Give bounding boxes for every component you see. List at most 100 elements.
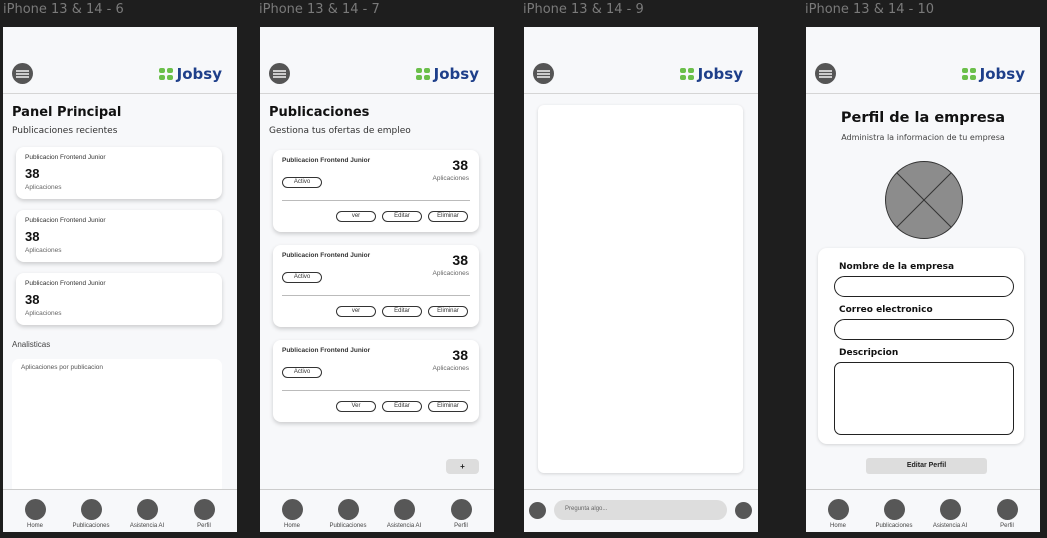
- logo-mark-icon: [679, 68, 695, 80]
- applications-count: 38: [452, 347, 468, 363]
- logo-text: Jobsy: [176, 65, 222, 83]
- nav-label: Asistencia AI: [386, 523, 422, 529]
- job-name: Publicacion Frontend Junior: [282, 252, 371, 259]
- page-title: Publicaciones: [269, 105, 370, 120]
- job-card: Publicacion Frontend Junior Activo 38 Ap…: [273, 340, 479, 422]
- nav-home[interactable]: Home: [15, 499, 55, 529]
- recent-job-card[interactable]: Publicacion Frontend Junior 38 Aplicacio…: [16, 147, 222, 199]
- asistencia-ai-icon: [136, 499, 158, 520]
- add-job-button[interactable]: +: [446, 459, 479, 474]
- applications-count: 38: [25, 166, 40, 181]
- nav-label: Home: [283, 523, 300, 529]
- nav-asistencia-ai[interactable]: Asistencia AI: [384, 499, 424, 529]
- profile-form-card: Nombre de la empresa Correo electronico …: [818, 248, 1024, 444]
- app-header: Jobsy: [3, 27, 237, 94]
- nav-perfil[interactable]: Perfil: [441, 499, 481, 529]
- nav-label: Asistencia AI: [129, 523, 165, 529]
- status-badge: Activo: [282, 177, 322, 188]
- nav-publicaciones[interactable]: Publicaciones: [328, 499, 368, 529]
- nav-label: Asistencia AI: [932, 523, 968, 529]
- page-subtitle: Publicaciones recientes: [12, 126, 118, 136]
- menu-icon[interactable]: [12, 63, 33, 84]
- edit-button[interactable]: Editar: [382, 306, 422, 317]
- phone-publicaciones: Jobsy Publicaciones Gestiona tus ofertas…: [260, 27, 494, 532]
- menu-icon[interactable]: [533, 63, 554, 84]
- applications-label: Aplicaciones: [432, 365, 470, 372]
- divider: [282, 295, 470, 296]
- recent-job-card[interactable]: Publicacion Frontend Junior 38 Aplicacio…: [16, 210, 222, 262]
- bottom-nav: Home Publicaciones Asistencia AI Perfil: [260, 489, 494, 532]
- asistencia-ai-icon: [393, 499, 415, 520]
- analytics-card: Aplicaciones por publicacion: [12, 359, 222, 494]
- company-logo-placeholder-icon[interactable]: [884, 160, 964, 240]
- perfil-icon: [996, 499, 1018, 520]
- jobsy-logo: Jobsy: [415, 65, 479, 83]
- send-icon[interactable]: [735, 502, 752, 519]
- app-header: Jobsy: [524, 27, 758, 94]
- status-badge: Activo: [282, 272, 322, 283]
- company-name-field[interactable]: [834, 276, 1014, 297]
- page-subtitle: Gestiona tus ofertas de empleo: [269, 126, 411, 136]
- applications-label: Aplicaciones: [25, 247, 62, 254]
- edit-button[interactable]: Editar: [382, 401, 422, 412]
- nav-label: Publicaciones: [329, 523, 367, 529]
- logo-mark-icon: [961, 68, 977, 80]
- nav-label: Home: [26, 523, 43, 529]
- chat-area: [538, 105, 743, 473]
- applications-count: 38: [25, 292, 40, 307]
- attach-icon[interactable]: [529, 502, 546, 519]
- delete-button[interactable]: Eliminar: [428, 211, 468, 222]
- company-name-label: Nombre de la empresa: [839, 262, 955, 272]
- edit-profile-button[interactable]: Editar Perfil: [866, 458, 987, 474]
- jobsy-logo: Jobsy: [679, 65, 743, 83]
- chat-input[interactable]: Pregunta algo...: [554, 500, 727, 520]
- nav-publicaciones[interactable]: Publicaciones: [71, 499, 111, 529]
- nav-asistencia-ai[interactable]: Asistencia AI: [127, 499, 167, 529]
- logo-text: Jobsy: [697, 65, 743, 83]
- nav-asistencia-ai[interactable]: Asistencia AI: [930, 499, 970, 529]
- view-button[interactable]: ver: [336, 306, 376, 317]
- perfil-icon: [450, 499, 472, 520]
- description-field[interactable]: [834, 362, 1014, 435]
- divider: [282, 390, 470, 391]
- applications-count: 38: [25, 229, 40, 244]
- applications-count: 38: [452, 252, 468, 268]
- page-subtitle: Administra la informacion de tu empresa: [841, 133, 1005, 142]
- frame-title: iPhone 13 & 14 - 7: [259, 2, 380, 17]
- jobsy-logo: Jobsy: [158, 65, 222, 83]
- email-field[interactable]: [834, 319, 1014, 340]
- edit-button[interactable]: Editar: [382, 211, 422, 222]
- frame-title: iPhone 13 & 14 - 9: [523, 2, 644, 17]
- asistencia-ai-icon: [939, 499, 961, 520]
- job-name: Publicacion Frontend Junior: [25, 280, 106, 287]
- view-button[interactable]: ver: [336, 211, 376, 222]
- nav-perfil[interactable]: Perfil: [184, 499, 224, 529]
- applications-label: Aplicaciones: [25, 310, 62, 317]
- menu-icon[interactable]: [269, 63, 290, 84]
- phone-perfil: Jobsy Perfil de la empresa Administra la…: [806, 27, 1040, 532]
- nav-perfil[interactable]: Perfil: [987, 499, 1027, 529]
- nav-home[interactable]: Home: [272, 499, 312, 529]
- home-icon: [24, 499, 46, 520]
- frame-title: iPhone 13 & 14 - 6: [3, 2, 124, 17]
- view-button[interactable]: Ver: [336, 401, 376, 412]
- app-header: Jobsy: [806, 27, 1040, 94]
- recent-job-card[interactable]: Publicacion Frontend Junior 38 Aplicacio…: [16, 273, 222, 325]
- logo-mark-icon: [415, 68, 431, 80]
- delete-button[interactable]: Eliminar: [428, 306, 468, 317]
- bottom-nav: Home Publicaciones Asistencia AI Perfil: [3, 489, 237, 532]
- chat-placeholder: Pregunta algo...: [565, 506, 608, 512]
- publicaciones-icon: [883, 499, 905, 520]
- description-label: Descripcion: [839, 348, 899, 358]
- nav-label: Perfil: [454, 523, 468, 529]
- nav-home[interactable]: Home: [818, 499, 858, 529]
- job-name: Publicacion Frontend Junior: [25, 154, 106, 161]
- publicaciones-icon: [337, 499, 359, 520]
- job-card: Publicacion Frontend Junior Activo 38 Ap…: [273, 245, 479, 327]
- delete-button[interactable]: Eliminar: [428, 401, 468, 412]
- nav-label: Perfil: [1000, 523, 1014, 529]
- nav-label: Home: [829, 523, 846, 529]
- nav-publicaciones[interactable]: Publicaciones: [874, 499, 914, 529]
- jobsy-logo: Jobsy: [961, 65, 1025, 83]
- menu-icon[interactable]: [815, 63, 836, 84]
